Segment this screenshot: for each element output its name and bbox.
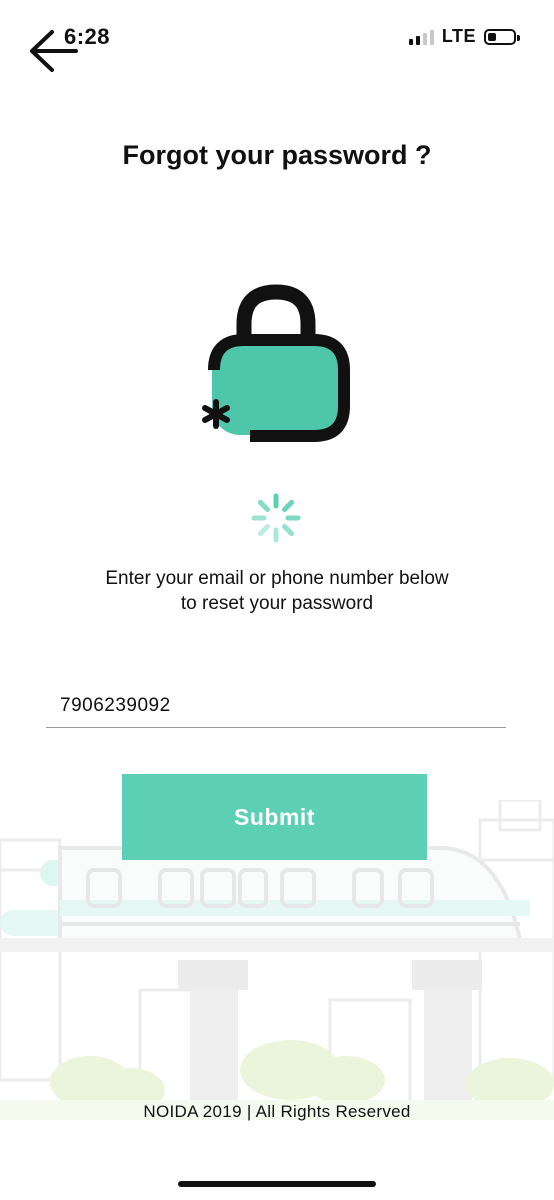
arrow-left-icon	[30, 30, 78, 72]
submit-button[interactable]: Submit	[122, 774, 427, 860]
page-title: Forgot your password ?	[122, 140, 432, 170]
back-button[interactable]	[28, 28, 80, 76]
instruction-line-1: Enter your email or phone number below	[105, 568, 449, 589]
contact-input[interactable]	[46, 684, 506, 728]
status-indicators: LTE	[408, 26, 520, 47]
instruction-text: Enter your email or phone number below t…	[40, 566, 514, 616]
network-type: LTE	[441, 26, 476, 46]
footer-copyright: NOIDA 2019 | All Rights Reserved	[143, 1102, 411, 1121]
home-indicator[interactable]	[178, 1181, 376, 1187]
status-bar: 6:28 LTE	[0, 0, 554, 60]
instruction-line-2: to reset your password	[180, 593, 374, 614]
battery-icon	[484, 28, 520, 45]
cellular-signal-icon	[408, 29, 434, 45]
padlock-asterisk-icon	[202, 284, 350, 442]
spinner-icon	[251, 493, 301, 543]
